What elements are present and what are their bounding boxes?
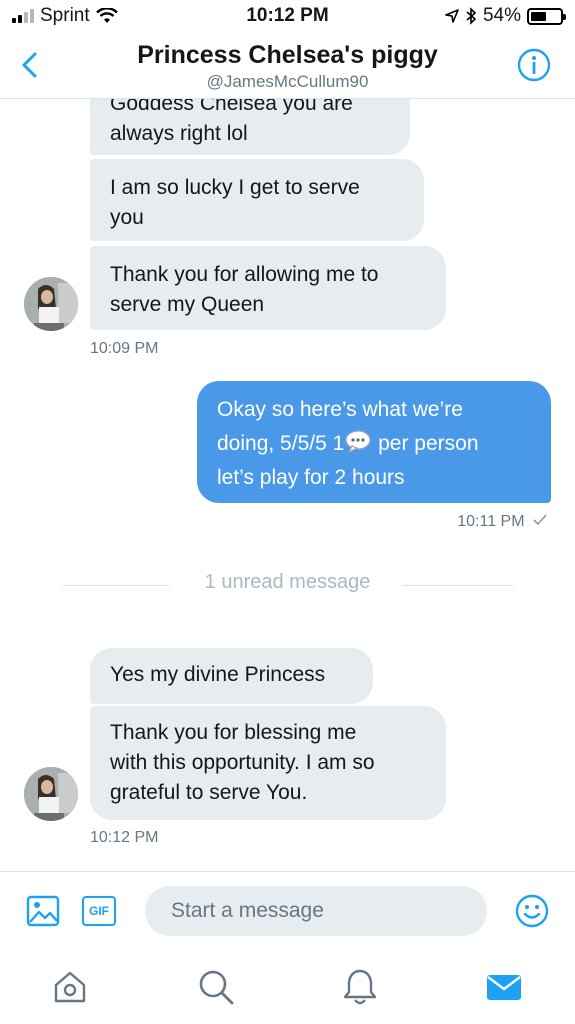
message-bubble-incoming[interactable]: Thank you for blessing me with this oppo… (90, 706, 446, 820)
message-composer: GIF (0, 871, 575, 948)
message-text: you (110, 206, 144, 229)
conversation-handle: @JamesMcCullum90 (206, 72, 369, 91)
unread-divider-right (402, 585, 514, 586)
conversation-title[interactable]: Princess Chelsea's piggy (0, 41, 575, 70)
avatar-photo (24, 277, 78, 331)
message-text: Thank you for blessing me (110, 721, 357, 744)
home-icon[interactable] (50, 967, 90, 1007)
bluetooth-icon (466, 7, 477, 25)
message-text: with this opportunity. I am so (110, 751, 375, 774)
message-bubble-outgoing[interactable]: Okay so here’s what we’re doing, 5/5/5 1… (197, 381, 551, 503)
search-icon[interactable] (196, 967, 236, 1007)
conversation-header: Princess Chelsea's piggy @JamesMcCullum9… (0, 34, 575, 99)
gif-icon[interactable]: GIF (82, 896, 116, 926)
message-text: doing, 5/5/5 1 (217, 432, 345, 455)
message-timestamp: 10:12 PM (90, 829, 159, 846)
gif-label: GIF (89, 904, 109, 918)
message-text: I am so lucky I get to serve (110, 176, 360, 199)
message-bubble-incoming[interactable]: I am so lucky I get to serve you (90, 159, 424, 241)
messages-icon[interactable] (484, 967, 524, 1007)
unread-message-divider: 1 unread message (204, 571, 371, 593)
message-input[interactable] (145, 886, 487, 936)
message-bubble-incoming[interactable]: Goddess Chelsea you are always right lol (90, 99, 410, 155)
message-text: grateful to serve You. (110, 781, 308, 804)
message-text: always right lol (110, 122, 248, 145)
message-bubble-incoming[interactable]: Yes my divine Princess (90, 648, 373, 704)
location-icon (445, 9, 459, 23)
message-status: 10:11 PM (457, 513, 547, 531)
message-text: Goddess Chelsea you are (110, 99, 353, 115)
message-text: serve my Queen (110, 293, 265, 316)
avatar-photo (24, 767, 78, 821)
message-text: Thank you for allowing me to (110, 263, 379, 286)
message-text: Okay so here’s what we’re (217, 398, 463, 421)
notifications-icon[interactable] (340, 967, 380, 1007)
message-bubble-incoming[interactable]: Thank you for allowing me to serve my Qu… (90, 246, 446, 330)
conversation-thread[interactable]: Goddess Chelsea you are always right lol… (0, 99, 575, 871)
tab-bar (0, 947, 575, 1024)
status-bar: Sprint 10:12 PM 54% (0, 0, 575, 34)
emoji-icon[interactable] (515, 894, 549, 928)
message-timestamp: 10:09 PM (90, 340, 159, 357)
checkmark-icon (533, 514, 547, 526)
message-timestamp: 10:11 PM (457, 513, 525, 530)
battery-icon (527, 7, 566, 25)
image-icon[interactable] (26, 895, 60, 927)
battery-fill (531, 11, 546, 21)
message-text: per person (372, 432, 479, 455)
battery-percent: 54% (482, 5, 521, 26)
speech-bubble-emoji-icon (345, 430, 371, 454)
avatar[interactable] (24, 767, 78, 821)
status-right: 54% (445, 5, 566, 27)
info-icon[interactable] (517, 48, 551, 82)
message-text: let’s play for 2 hours (217, 466, 405, 489)
avatar[interactable] (24, 277, 78, 331)
message-text-line: doing, 5/5/5 1 per person (217, 427, 531, 461)
message-text: Yes my divine Princess (110, 663, 326, 686)
